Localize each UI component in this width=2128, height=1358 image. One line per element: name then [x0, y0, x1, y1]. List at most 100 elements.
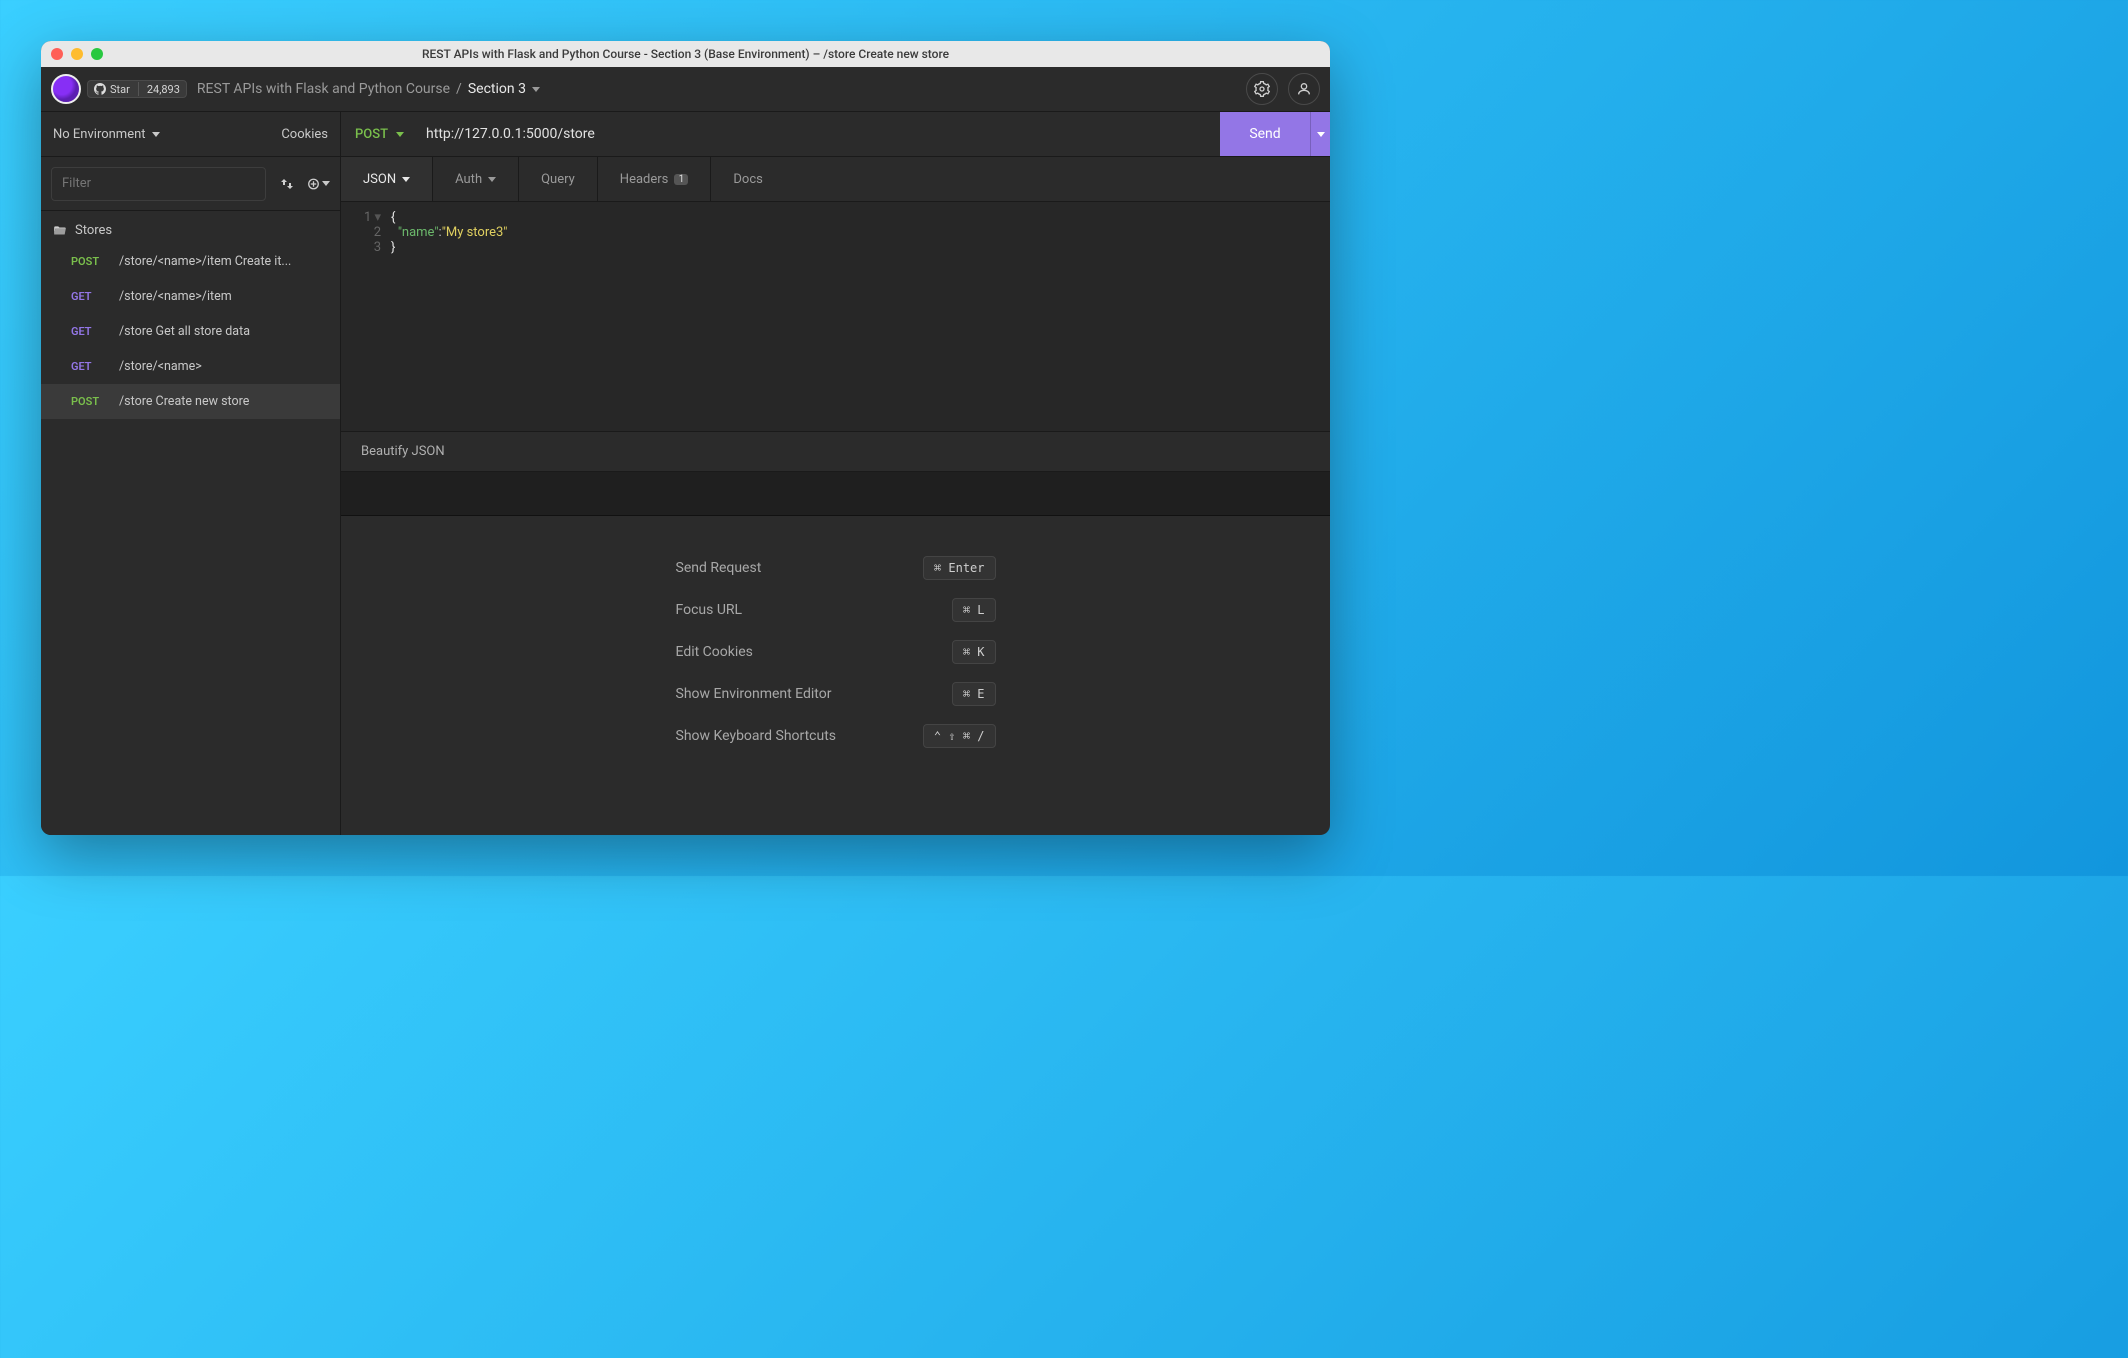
shortcut-label: Show Environment Editor [676, 686, 832, 702]
shortcut-key: ⌘ K [952, 640, 996, 664]
request-item[interactable]: GET/store/<name>/item [41, 279, 340, 314]
request-method: POST [71, 255, 109, 268]
github-icon [94, 83, 106, 95]
url-input[interactable] [418, 112, 1220, 156]
beautify-label: Beautify JSON [361, 444, 445, 459]
main-panel: POST Send JSON Auth [341, 112, 1330, 835]
user-icon [1296, 81, 1312, 97]
request-item[interactable]: POST/store Create new store [41, 384, 340, 419]
environment-selector[interactable]: No Environment [53, 127, 160, 142]
plus-circle-icon [308, 178, 319, 190]
titlebar: REST APIs with Flask and Python Course -… [41, 41, 1330, 67]
github-star-count: 24,893 [147, 83, 180, 96]
tab-docs[interactable]: Docs [711, 157, 784, 201]
response-bar [341, 472, 1330, 516]
request-path: /store Create new store [119, 394, 249, 409]
tab-query[interactable]: Query [519, 157, 598, 201]
shortcut-row: Edit Cookies⌘ K [676, 640, 996, 664]
shortcut-key: ⌘ E [952, 682, 996, 706]
request-path: /store/<name>/item [119, 289, 232, 304]
maximize-window-button[interactable] [91, 48, 103, 60]
breadcrumb-project[interactable]: REST APIs with Flask and Python Course [197, 81, 450, 97]
tab-headers[interactable]: Headers 1 [598, 157, 712, 201]
tab-body-label: JSON [363, 172, 396, 187]
github-star-badge[interactable]: Star 24,893 [87, 80, 187, 98]
chevron-down-icon [152, 132, 160, 137]
environment-row: No Environment Cookies [41, 112, 340, 157]
body-editor[interactable]: 1 ▾ { 2 .. "name": "My store3" 3 } [341, 202, 1330, 432]
app-toolbar: Star 24,893 REST APIs with Flask and Pyt… [41, 67, 1330, 112]
request-item[interactable]: GET/store/<name> [41, 349, 340, 384]
gear-icon [1254, 81, 1270, 97]
headers-count-badge: 1 [674, 174, 688, 185]
breadcrumb: REST APIs with Flask and Python Course /… [197, 81, 540, 97]
shortcut-key: ⌃ ⇧ ⌘ / [923, 724, 996, 748]
request-method: GET [71, 360, 109, 373]
environment-label: No Environment [53, 127, 146, 142]
shortcut-row: Send Request ⌘ Enter [676, 556, 996, 580]
sort-button[interactable] [276, 178, 298, 190]
chevron-down-icon [396, 132, 404, 137]
folder-stores[interactable]: Stores [41, 211, 340, 244]
request-method: GET [71, 290, 109, 303]
breadcrumb-current[interactable]: Section 3 [468, 81, 526, 97]
chevron-down-icon [402, 177, 410, 182]
add-button[interactable] [308, 178, 330, 190]
request-tabs: JSON Auth Query Headers 1 Docs [341, 157, 1330, 202]
minimize-window-button[interactable] [71, 48, 83, 60]
sidebar: No Environment Cookies Stores POST/s [41, 112, 341, 835]
shortcut-row: Show Keyboard Shortcuts ⌃ ⇧ ⌘ / [676, 724, 996, 748]
app-window: REST APIs with Flask and Python Course -… [41, 41, 1330, 835]
app-logo-icon [51, 74, 81, 104]
tab-docs-label: Docs [733, 172, 762, 187]
code-token: "name" [398, 225, 439, 240]
request-method: POST [71, 395, 109, 408]
traffic-lights [51, 48, 103, 60]
cookies-button[interactable]: Cookies [281, 127, 328, 142]
filter-row [41, 157, 340, 211]
shortcut-label: Focus URL [676, 602, 743, 618]
code-token: "My store3" [442, 225, 508, 240]
request-item[interactable]: GET/store Get all store data [41, 314, 340, 349]
shortcut-label: Send Request [676, 560, 762, 576]
folder-label: Stores [75, 223, 112, 238]
chevron-down-icon [1317, 132, 1325, 137]
request-list: POST/store/<name>/item Create it...GET/s… [41, 244, 340, 419]
shortcut-key: ⌘ L [952, 598, 996, 622]
code-token: } [391, 240, 395, 255]
tab-query-label: Query [541, 172, 575, 187]
request-item[interactable]: POST/store/<name>/item Create it... [41, 244, 340, 279]
shortcut-key: ⌘ Enter [923, 556, 996, 580]
tab-auth[interactable]: Auth [433, 157, 519, 201]
shortcut-row: Show Environment Editor ⌘ E [676, 682, 996, 706]
method-label: POST [355, 127, 388, 142]
chevron-down-icon[interactable] [532, 87, 540, 92]
shortcuts-panel: Send Request ⌘ Enter Focus URL ⌘ L Edit Cook… [341, 516, 1330, 835]
send-label: Send [1249, 126, 1280, 142]
chevron-down-icon [488, 177, 496, 182]
send-options-button[interactable] [1310, 112, 1330, 156]
sort-icon [281, 178, 293, 190]
settings-button[interactable] [1246, 73, 1278, 105]
account-button[interactable] [1288, 73, 1320, 105]
window-title: REST APIs with Flask and Python Course -… [41, 47, 1330, 61]
request-method: GET [71, 325, 109, 338]
github-star-label: Star [110, 83, 130, 96]
method-selector[interactable]: POST [341, 112, 418, 156]
tab-headers-label: Headers [620, 172, 669, 187]
close-window-button[interactable] [51, 48, 63, 60]
tab-body[interactable]: JSON [341, 157, 433, 201]
request-path: /store/<name>/item Create it... [119, 254, 291, 269]
beautify-json-button[interactable]: Beautify JSON [341, 432, 1330, 472]
tab-auth-label: Auth [455, 172, 482, 187]
line-number: 3 [341, 240, 391, 255]
filter-input[interactable] [51, 167, 266, 201]
send-button[interactable]: Send [1220, 112, 1310, 156]
request-path: /store Get all store data [119, 324, 250, 339]
code-token: { [391, 210, 395, 225]
shortcut-label: Show Keyboard Shortcuts [676, 728, 837, 744]
line-number: 2 [341, 225, 391, 240]
request-path: /store/<name> [119, 359, 202, 374]
shortcut-row: Focus URL ⌘ L [676, 598, 996, 622]
folder-open-icon [53, 224, 67, 238]
